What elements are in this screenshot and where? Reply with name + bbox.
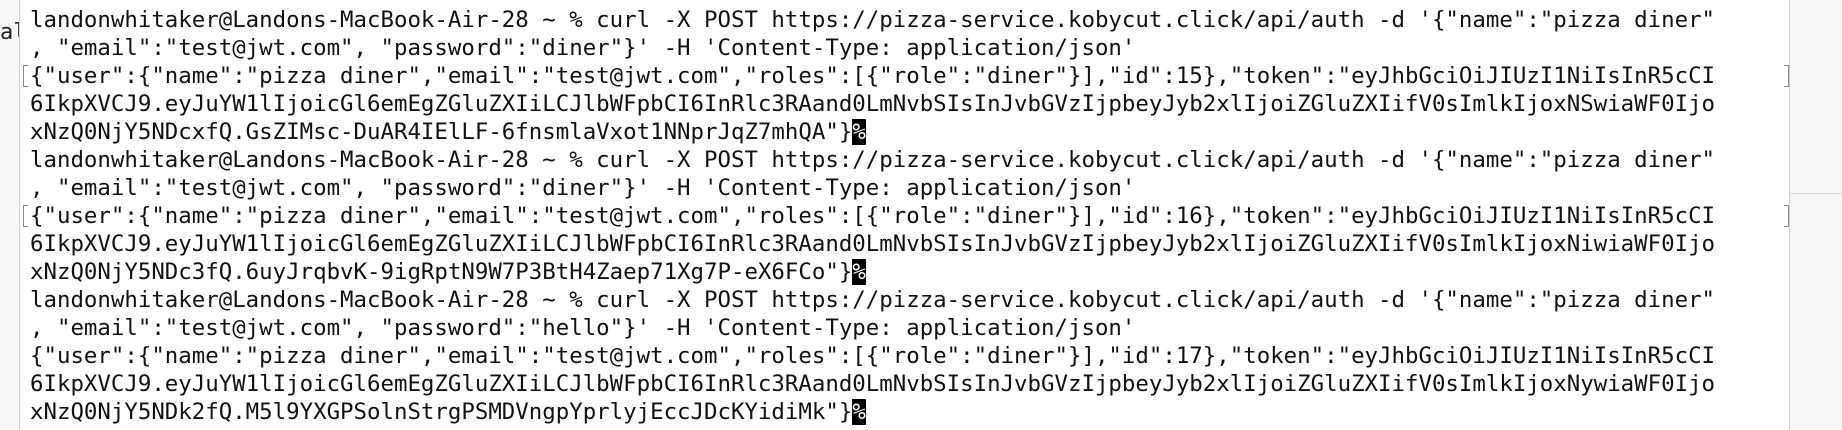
prompt-cursor: % bbox=[852, 399, 866, 425]
terminal-line: landonwhitaker@Landons-MacBook-Air-28 ~ … bbox=[30, 7, 1716, 33]
background-window-right bbox=[1790, 0, 1842, 430]
terminal-line: 6IkpXVCJ9.eyJuYW1lIjoicGl6emEgZGluZXIiLC… bbox=[30, 91, 1716, 117]
terminal-line-text: xNzQ0NjY5NDcxfQ.GsZIMsc-DuAR4IElLF-6fnsm… bbox=[30, 119, 853, 145]
terminal-line: {"user":{"name":"pizza diner","email":"t… bbox=[30, 63, 1716, 89]
prompt-cursor: % bbox=[852, 119, 866, 145]
terminal-line-text: xNzQ0NjY5NDc3fQ.6uyJrqbvK-9igRptN9W7P3Bt… bbox=[30, 259, 853, 285]
terminal-line: , "email":"test@jwt.com", "password":"he… bbox=[30, 315, 1136, 341]
terminal-line: xNzQ0NjY5NDcxfQ.GsZIMsc-DuAR4IElLF-6fnsm… bbox=[30, 118, 866, 146]
terminal-line: xNzQ0NjY5NDk2fQ.M5l9YXGPSolnStrgPSMDVngp… bbox=[30, 398, 866, 426]
terminal-line: xNzQ0NjY5NDc3fQ.6uyJrqbvK-9igRptN9W7P3Bt… bbox=[30, 258, 866, 286]
prompt-cursor: % bbox=[852, 259, 866, 285]
terminal-line: , "email":"test@jwt.com", "password":"di… bbox=[30, 175, 1136, 201]
terminal-line: {"user":{"name":"pizza diner","email":"t… bbox=[30, 203, 1716, 229]
terminal-line: landonwhitaker@Landons-MacBook-Air-28 ~ … bbox=[30, 287, 1716, 313]
line-mark-left bbox=[23, 65, 28, 87]
line-mark-right bbox=[1784, 65, 1789, 87]
background-window-left bbox=[0, 0, 19, 430]
terminal-line: {"user":{"name":"pizza diner","email":"t… bbox=[30, 343, 1716, 369]
terminal-line: 6IkpXVCJ9.eyJuYW1lIjoicGl6emEgZGluZXIiLC… bbox=[30, 371, 1716, 397]
terminal-line: 6IkpXVCJ9.eyJuYW1lIjoicGl6emEgZGluZXIiLC… bbox=[30, 231, 1716, 257]
line-mark-right bbox=[1784, 205, 1789, 227]
terminal-line-text: xNzQ0NjY5NDk2fQ.M5l9YXGPSolnStrgPSMDVngp… bbox=[30, 399, 853, 425]
terminal-line: landonwhitaker@Landons-MacBook-Air-28 ~ … bbox=[30, 147, 1716, 173]
terminal-line: , "email":"test@jwt.com", "password":"di… bbox=[30, 35, 1136, 61]
background-divider bbox=[1790, 193, 1842, 194]
line-mark-left bbox=[23, 205, 28, 227]
terminal-window[interactable]: landonwhitaker@Landons-MacBook-Air-28 ~ … bbox=[19, 0, 1790, 430]
